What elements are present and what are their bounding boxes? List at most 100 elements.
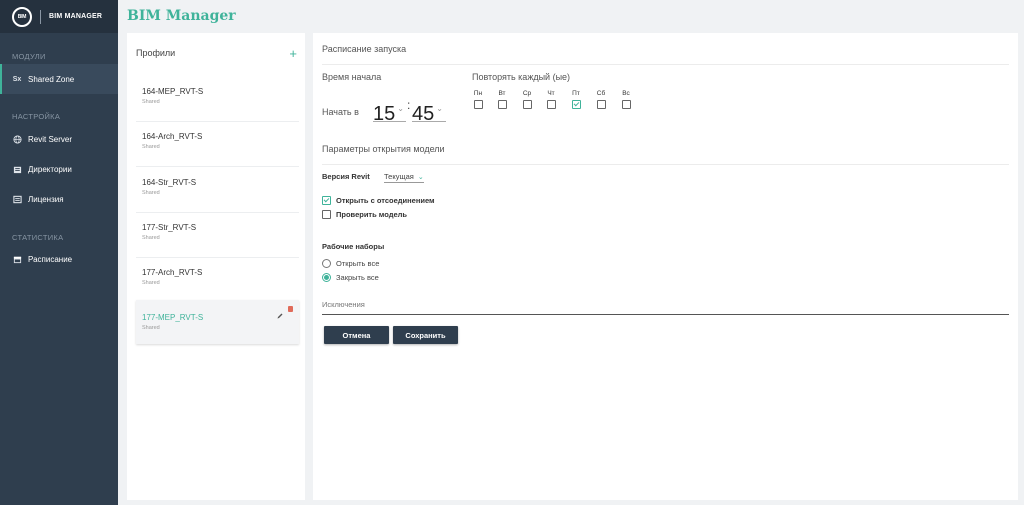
worksets-label: Рабочие наборы [322, 242, 385, 251]
sidebar-item-license[interactable]: Лицензия [0, 184, 118, 214]
exceptions-input[interactable] [322, 295, 1009, 315]
checkbox-checked[interactable] [322, 196, 331, 205]
bim-logo[interactable]: BIM [12, 6, 32, 27]
profiles-panel: Профили + 164-MEP_RVT-S Shared 164-Arch_… [127, 33, 305, 500]
divider [322, 164, 1009, 165]
day-label: Вс [622, 90, 630, 97]
folder-icon [12, 165, 22, 174]
profile-type: Shared [142, 325, 160, 331]
start-at-label: Начать в [322, 107, 359, 117]
chevron-down-icon: ⌄ [397, 104, 404, 113]
day-friday[interactable]: Пт [569, 90, 583, 109]
minute-select[interactable]: 45 ⌄ [412, 97, 446, 125]
profile-name: 177-Arch_RVT-S [142, 268, 203, 277]
profile-name: 177-Str_RVT-S [142, 223, 197, 232]
chevron-down-icon: ⌄ [417, 174, 424, 181]
pencil-icon[interactable] [277, 306, 283, 319]
day-label: Пт [572, 90, 580, 97]
day-checkbox-checked[interactable] [571, 100, 581, 109]
open-all-label: Открыть все [336, 259, 380, 268]
time-separator: : [407, 98, 411, 112]
radio-button-selected[interactable] [322, 273, 331, 282]
day-wednesday[interactable]: Ср [520, 90, 534, 109]
profile-item[interactable]: 164-Str_RVT-S Shared [136, 169, 299, 213]
check-icon [323, 196, 330, 203]
day-saturday[interactable]: Сб [594, 90, 608, 109]
profile-type: Shared [142, 144, 160, 150]
brand-divider [40, 9, 41, 24]
detach-checkbox[interactable]: Открыть с отсоединением [322, 196, 435, 205]
revit-version-value: Текущая [384, 172, 414, 181]
radio-open-all[interactable]: Открыть все [322, 259, 379, 268]
revit-version-select[interactable]: Текущая ⌄ [384, 172, 424, 183]
cancel-button[interactable]: Отмена [324, 326, 389, 344]
schedule-panel: Расписание запуска Время начала Начать в… [313, 33, 1018, 500]
sidebar-item-directories[interactable]: Директории [0, 154, 118, 184]
globe-icon [12, 134, 22, 144]
brand-bar: BIM BIM MANAGER [0, 0, 118, 33]
model-params-title: Параметры открытия модели [322, 144, 445, 154]
sidebar-item-label: Расписание [28, 254, 73, 264]
sidebar-item-revit-server[interactable]: Revit Server [0, 124, 118, 154]
day-checkbox[interactable] [497, 100, 507, 109]
profile-type: Shared [142, 190, 160, 196]
revit-version-label: Версия Revit [322, 172, 370, 181]
day-label: Вт [498, 90, 506, 97]
section-title-modules: МОДУЛИ [12, 52, 46, 61]
hour-select[interactable]: 15 ⌄ [373, 97, 406, 125]
profiles-header: Профили + [127, 33, 305, 63]
profile-name: 177-MEP_RVT-S [142, 313, 204, 322]
section-title-statistics: СТАТИСТИКА [12, 233, 64, 242]
day-tuesday[interactable]: Вт [495, 90, 509, 109]
profile-type: Shared [142, 235, 160, 241]
start-time-label: Время начала [322, 72, 382, 82]
sidebar: BIM BIM MANAGER МОДУЛИ Sx Shared Zone НА… [0, 0, 118, 505]
profile-name: 164-Arch_RVT-S [142, 132, 203, 141]
sidebar-item-label: Revit Server [28, 134, 73, 144]
day-label: Чт [547, 90, 555, 97]
day-label: Ср [522, 90, 532, 97]
divider [322, 64, 1009, 65]
section-title-settings: НАСТРОЙКА [12, 112, 61, 121]
add-profile-button[interactable]: + [289, 47, 297, 60]
day-sunday[interactable]: Вс [619, 90, 633, 109]
profile-item-selected[interactable]: 177-MEP_RVT-S Shared [136, 300, 299, 344]
day-label: Сб [596, 90, 606, 97]
checkbox[interactable] [322, 210, 331, 219]
profile-item[interactable]: 164-Arch_RVT-S Shared [136, 123, 299, 167]
detach-label: Открыть с отсоединением [336, 196, 435, 205]
profile-item[interactable]: 164-MEP_RVT-S Shared [136, 78, 299, 122]
chevron-down-icon: ⌄ [436, 104, 443, 113]
radio-button[interactable] [322, 259, 331, 268]
sidebar-item-shared-zone[interactable]: Sx Shared Zone [0, 64, 118, 94]
day-checkbox[interactable] [621, 100, 631, 109]
radio-close-all[interactable]: Закрыть все [322, 273, 379, 282]
profile-actions [277, 306, 293, 319]
sidebar-item-label: Директории [28, 164, 72, 174]
profile-item[interactable]: 177-Arch_RVT-S Shared [136, 259, 299, 303]
profile-name: 164-Str_RVT-S [142, 178, 197, 187]
profile-type: Shared [142, 99, 160, 105]
profile-type: Shared [142, 280, 160, 286]
calendar-icon [12, 255, 22, 264]
brand-name: BIM MANAGER [49, 13, 103, 20]
schedule-title: Расписание запуска [322, 44, 407, 54]
day-thursday[interactable]: Чт [544, 90, 558, 109]
day-checkbox[interactable] [522, 100, 532, 109]
page-title: BIM Manager [127, 8, 236, 24]
minute-value: 45 [412, 103, 435, 125]
close-all-label: Закрыть все [336, 273, 379, 282]
sidebar-item-label: Shared Zone [28, 74, 75, 84]
day-checkbox[interactable] [473, 100, 483, 109]
day-checkbox[interactable] [546, 100, 556, 109]
profile-item[interactable]: 177-Str_RVT-S Shared [136, 214, 299, 258]
profiles-title: Профили [136, 48, 176, 58]
day-monday[interactable]: Пн [471, 90, 485, 109]
trash-icon[interactable] [288, 306, 293, 312]
shared-zone-icon: Sx [12, 75, 22, 83]
save-button[interactable]: Сохранить [393, 326, 458, 344]
sidebar-item-schedule[interactable]: Расписание [0, 244, 118, 274]
day-checkbox[interactable] [596, 100, 606, 109]
audit-checkbox[interactable]: Проверить модель [322, 210, 407, 219]
license-icon [12, 195, 22, 204]
